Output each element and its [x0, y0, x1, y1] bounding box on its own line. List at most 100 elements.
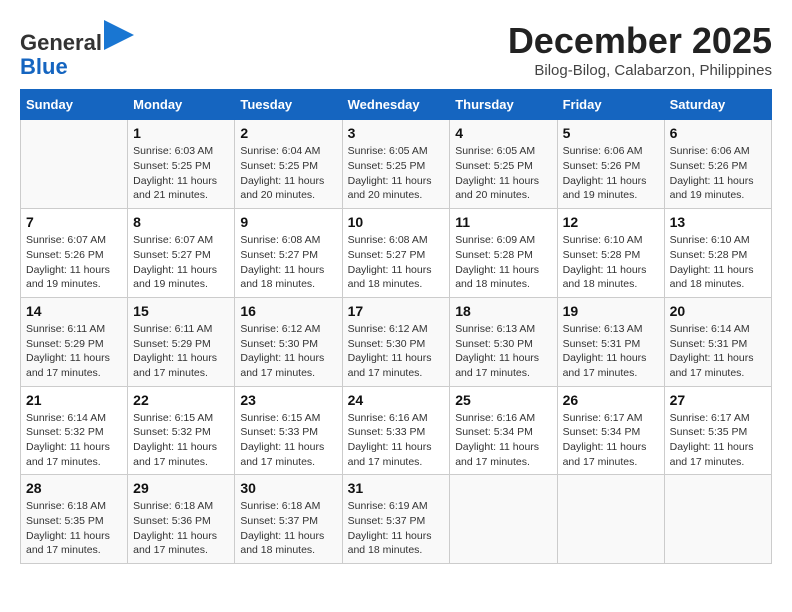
day-info: Sunrise: 6:12 AM Sunset: 5:30 PM Dayligh…: [348, 322, 445, 381]
day-info: Sunrise: 6:10 AM Sunset: 5:28 PM Dayligh…: [670, 233, 766, 292]
day-info: Sunrise: 6:12 AM Sunset: 5:30 PM Dayligh…: [240, 322, 336, 381]
calendar-cell: 7Sunrise: 6:07 AM Sunset: 5:26 PM Daylig…: [21, 209, 128, 298]
calendar-cell: 3 Sunrise: 6:05 AM Sunset: 5:25 PM Daylig…: [342, 120, 450, 209]
calendar-cell: 13 Sunrise: 6:10 AM Sunset: 5:28 PM Dayli…: [664, 209, 771, 298]
column-header-thursday: Thursday: [450, 90, 557, 120]
calendar-week-5: 28Sunrise: 6:18 AM Sunset: 5:35 PM Dayli…: [21, 475, 772, 564]
day-number: 17: [348, 303, 445, 319]
month-title: December 2025: [508, 20, 772, 62]
day-info: Sunrise: 6:05 AM Sunset: 5:25 PM Dayligh…: [348, 144, 445, 203]
calendar-cell: [450, 475, 557, 564]
calendar-body: 1 Sunrise: 6:03 AM Sunset: 5:25 PM Daylig…: [21, 120, 772, 564]
day-number: 29: [133, 480, 229, 496]
day-number: 27: [670, 392, 766, 408]
calendar-cell: 26 Sunrise: 6:17 AM Sunset: 5:34 PM Dayli…: [557, 386, 664, 475]
calendar-cell: 4Sunrise: 6:05 AM Sunset: 5:25 PM Daylig…: [450, 120, 557, 209]
logo-blue: Blue: [20, 54, 68, 79]
day-info: Sunrise: 6:18 AM Sunset: 5:35 PM Dayligh…: [26, 499, 122, 558]
day-number: 21: [26, 392, 122, 408]
calendar-cell: 28Sunrise: 6:18 AM Sunset: 5:35 PM Dayli…: [21, 475, 128, 564]
day-info: Sunrise: 6:04 AM Sunset: 5:25 PM Dayligh…: [240, 144, 336, 203]
day-number: 9: [240, 214, 336, 230]
column-header-sunday: Sunday: [21, 90, 128, 120]
day-number: 19: [563, 303, 659, 319]
day-info: Sunrise: 6:11 AM Sunset: 5:29 PM Dayligh…: [26, 322, 122, 381]
day-info: Sunrise: 6:08 AM Sunset: 5:27 PM Dayligh…: [240, 233, 336, 292]
day-number: 18: [455, 303, 551, 319]
column-header-saturday: Saturday: [664, 90, 771, 120]
day-info: Sunrise: 6:07 AM Sunset: 5:27 PM Dayligh…: [133, 233, 229, 292]
calendar-cell: 2Sunrise: 6:04 AM Sunset: 5:25 PM Daylig…: [235, 120, 342, 209]
day-number: 6: [670, 125, 766, 141]
calendar-cell: 11Sunrise: 6:09 AM Sunset: 5:28 PM Dayli…: [450, 209, 557, 298]
day-number: 8: [133, 214, 229, 230]
calendar-cell: 9 Sunrise: 6:08 AM Sunset: 5:27 PM Daylig…: [235, 209, 342, 298]
calendar-cell: 10Sunrise: 6:08 AM Sunset: 5:27 PM Dayli…: [342, 209, 450, 298]
column-header-wednesday: Wednesday: [342, 90, 450, 120]
calendar-cell: 30Sunrise: 6:18 AM Sunset: 5:37 PM Dayli…: [235, 475, 342, 564]
column-header-friday: Friday: [557, 90, 664, 120]
day-info: Sunrise: 6:14 AM Sunset: 5:31 PM Dayligh…: [670, 322, 766, 381]
page-header: General Blue December 2025 Bilog-Bilog, …: [20, 20, 772, 79]
title-block: December 2025 Bilog-Bilog, Calabarzon, P…: [508, 20, 772, 79]
calendar-cell: 8 Sunrise: 6:07 AM Sunset: 5:27 PM Daylig…: [128, 209, 235, 298]
calendar-cell: 31Sunrise: 6:19 AM Sunset: 5:37 PM Dayli…: [342, 475, 450, 564]
day-number: 5: [563, 125, 659, 141]
calendar-week-2: 7Sunrise: 6:07 AM Sunset: 5:26 PM Daylig…: [21, 209, 772, 298]
logo: General Blue: [20, 20, 134, 79]
day-info: Sunrise: 6:19 AM Sunset: 5:37 PM Dayligh…: [348, 499, 445, 558]
calendar-cell: 22 Sunrise: 6:15 AM Sunset: 5:32 PM Dayli…: [128, 386, 235, 475]
calendar-cell: 17 Sunrise: 6:12 AM Sunset: 5:30 PM Dayli…: [342, 297, 450, 386]
day-number: 12: [563, 214, 659, 230]
day-info: Sunrise: 6:10 AM Sunset: 5:28 PM Dayligh…: [563, 233, 659, 292]
calendar-cell: 12 Sunrise: 6:10 AM Sunset: 5:28 PM Dayli…: [557, 209, 664, 298]
calendar-cell: 14Sunrise: 6:11 AM Sunset: 5:29 PM Dayli…: [21, 297, 128, 386]
day-number: 26: [563, 392, 659, 408]
calendar-week-4: 21 Sunrise: 6:14 AM Sunset: 5:32 PM Dayli…: [21, 386, 772, 475]
calendar-cell: 29 Sunrise: 6:18 AM Sunset: 5:36 PM Dayli…: [128, 475, 235, 564]
day-info: Sunrise: 6:15 AM Sunset: 5:32 PM Dayligh…: [133, 411, 229, 470]
calendar-header-row: SundayMondayTuesdayWednesdayThursdayFrid…: [21, 90, 772, 120]
logo-general: General: [20, 30, 102, 55]
day-info: Sunrise: 6:18 AM Sunset: 5:36 PM Dayligh…: [133, 499, 229, 558]
day-number: 3: [348, 125, 445, 141]
calendar-cell: 27 Sunrise: 6:17 AM Sunset: 5:35 PM Dayli…: [664, 386, 771, 475]
day-info: Sunrise: 6:17 AM Sunset: 5:34 PM Dayligh…: [563, 411, 659, 470]
day-number: 7: [26, 214, 122, 230]
day-info: Sunrise: 6:16 AM Sunset: 5:33 PM Dayligh…: [348, 411, 445, 470]
day-info: Sunrise: 6:17 AM Sunset: 5:35 PM Dayligh…: [670, 411, 766, 470]
day-number: 15: [133, 303, 229, 319]
day-info: Sunrise: 6:11 AM Sunset: 5:29 PM Dayligh…: [133, 322, 229, 381]
calendar-cell: [557, 475, 664, 564]
location: Bilog-Bilog, Calabarzon, Philippines: [508, 62, 772, 79]
day-info: Sunrise: 6:13 AM Sunset: 5:31 PM Dayligh…: [563, 322, 659, 381]
calendar-cell: [21, 120, 128, 209]
day-number: 24: [348, 392, 445, 408]
column-header-tuesday: Tuesday: [235, 90, 342, 120]
day-number: 1: [133, 125, 229, 141]
day-info: Sunrise: 6:06 AM Sunset: 5:26 PM Dayligh…: [563, 144, 659, 203]
day-info: Sunrise: 6:05 AM Sunset: 5:25 PM Dayligh…: [455, 144, 551, 203]
day-info: Sunrise: 6:14 AM Sunset: 5:32 PM Dayligh…: [26, 411, 122, 470]
day-number: 13: [670, 214, 766, 230]
calendar-cell: 15 Sunrise: 6:11 AM Sunset: 5:29 PM Dayli…: [128, 297, 235, 386]
day-info: Sunrise: 6:18 AM Sunset: 5:37 PM Dayligh…: [240, 499, 336, 558]
calendar-week-3: 14Sunrise: 6:11 AM Sunset: 5:29 PM Dayli…: [21, 297, 772, 386]
day-info: Sunrise: 6:15 AM Sunset: 5:33 PM Dayligh…: [240, 411, 336, 470]
day-number: 16: [240, 303, 336, 319]
calendar-cell: 20Sunrise: 6:14 AM Sunset: 5:31 PM Dayli…: [664, 297, 771, 386]
day-number: 11: [455, 214, 551, 230]
calendar-cell: 5 Sunrise: 6:06 AM Sunset: 5:26 PM Daylig…: [557, 120, 664, 209]
calendar-cell: 1 Sunrise: 6:03 AM Sunset: 5:25 PM Daylig…: [128, 120, 235, 209]
calendar-cell: 6 Sunrise: 6:06 AM Sunset: 5:26 PM Daylig…: [664, 120, 771, 209]
day-info: Sunrise: 6:06 AM Sunset: 5:26 PM Dayligh…: [670, 144, 766, 203]
day-info: Sunrise: 6:16 AM Sunset: 5:34 PM Dayligh…: [455, 411, 551, 470]
day-number: 22: [133, 392, 229, 408]
calendar-week-1: 1 Sunrise: 6:03 AM Sunset: 5:25 PM Daylig…: [21, 120, 772, 209]
calendar-cell: 25Sunrise: 6:16 AM Sunset: 5:34 PM Dayli…: [450, 386, 557, 475]
day-number: 23: [240, 392, 336, 408]
calendar-cell: 18Sunrise: 6:13 AM Sunset: 5:30 PM Dayli…: [450, 297, 557, 386]
day-info: Sunrise: 6:03 AM Sunset: 5:25 PM Dayligh…: [133, 144, 229, 203]
calendar-cell: 19 Sunrise: 6:13 AM Sunset: 5:31 PM Dayli…: [557, 297, 664, 386]
calendar-cell: 16 Sunrise: 6:12 AM Sunset: 5:30 PM Dayli…: [235, 297, 342, 386]
